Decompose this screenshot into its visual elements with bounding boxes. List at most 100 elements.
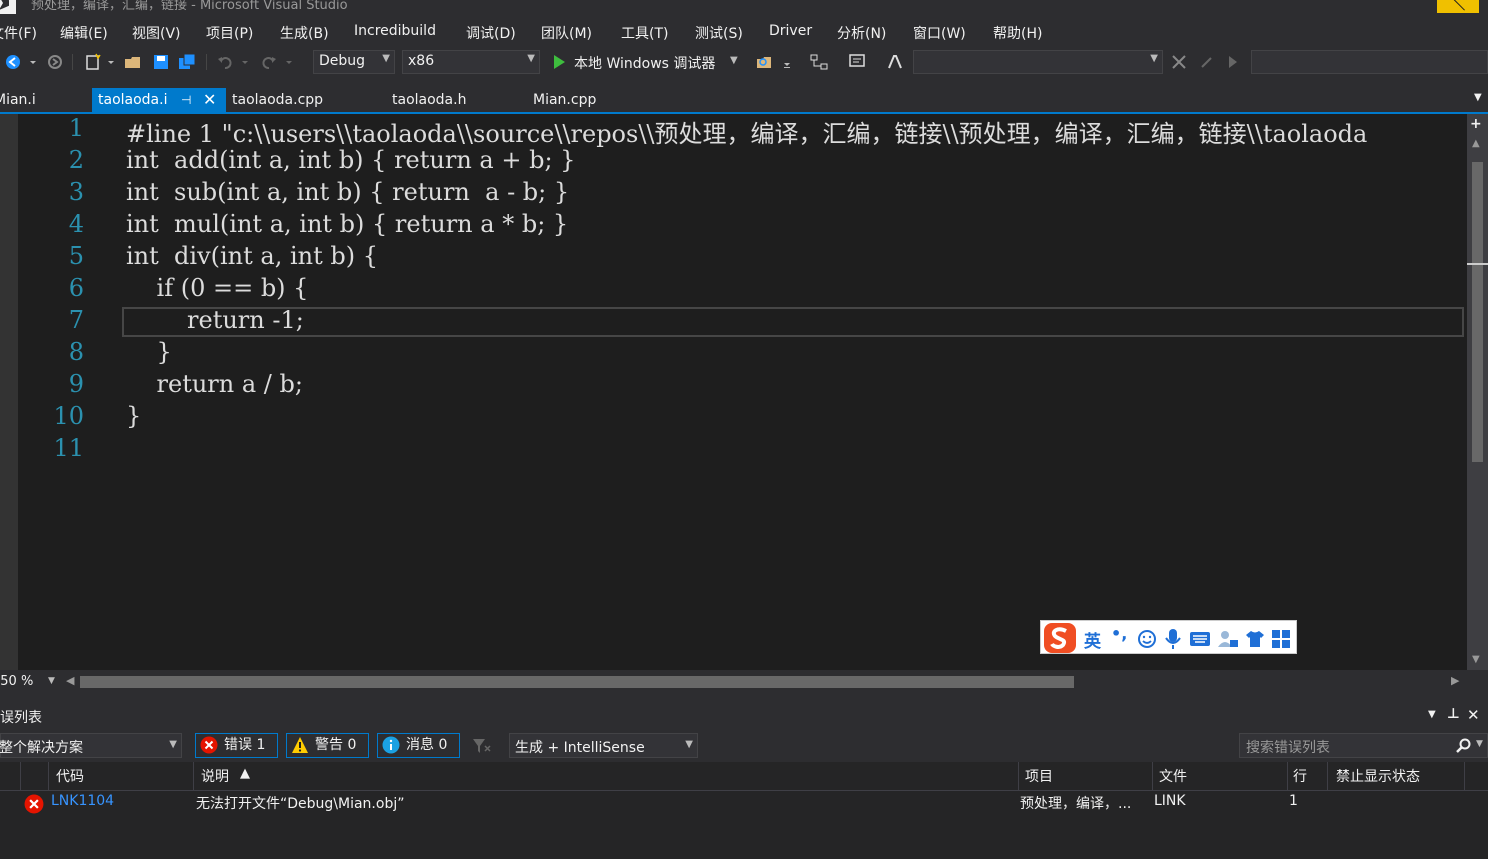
menu-project[interactable]: 项目(P): [206, 23, 253, 43]
messages-filter-button[interactable]: 消息 0: [377, 733, 460, 758]
redo-icon[interactable]: [260, 53, 278, 71]
forward-icon[interactable]: [46, 53, 64, 71]
menu-view[interactable]: 视图(V): [132, 23, 181, 43]
code-editor[interactable]: 1 2 3 4 5 6 7 8 9 10 11 #line 1 "c:\\use…: [0, 114, 1467, 670]
menu-test[interactable]: 测试(S): [695, 23, 743, 43]
skin-icon[interactable]: [1245, 629, 1265, 649]
error-list-header: 错误列表 ▼ ⊥ ✕: [0, 704, 1488, 728]
punctuation-icon[interactable]: •,: [1111, 624, 1127, 643]
filter-icon[interactable]: [472, 737, 492, 755]
close-icon[interactable]: ✕: [203, 88, 216, 112]
line-number: 6: [68, 274, 84, 302]
code-line: int mul(int a, int b) { return a * b; }: [126, 210, 569, 238]
undo-icon[interactable]: [216, 53, 234, 71]
pencil-icon[interactable]: [1198, 53, 1216, 71]
extension-icon[interactable]: [1170, 53, 1188, 71]
zoom-select[interactable]: 150 % ▼: [0, 673, 58, 691]
ime-toolbar[interactable]: 英 •,: [1040, 620, 1297, 654]
window-position-dropdown-icon[interactable]: ▼: [1428, 709, 1436, 720]
start-debugging-label: 本地 Windows 调试器: [574, 56, 716, 72]
chevron-down-icon: ▼: [527, 53, 535, 64]
new-project-icon[interactable]: [84, 53, 102, 71]
undo-dropdown-icon[interactable]: [240, 53, 250, 71]
scroll-left-icon[interactable]: ◀: [66, 674, 74, 687]
solution-configuration-select[interactable]: Debug ▼: [313, 50, 395, 74]
back-icon[interactable]: [4, 53, 22, 71]
open-icon[interactable]: [124, 53, 142, 71]
build-source-select[interactable]: 生成 + IntelliSense ▼: [509, 733, 698, 758]
scroll-up-icon[interactable]: ▲: [1472, 138, 1480, 149]
menu-analyze[interactable]: 分析(N): [837, 23, 886, 43]
auto-hide-pin-icon[interactable]: ⊥: [1447, 706, 1460, 722]
search-placeholder: 搜索错误列表: [1246, 740, 1330, 756]
line-number: 5: [68, 242, 84, 270]
save-all-icon[interactable]: [178, 53, 196, 71]
tab-list-dropdown-icon[interactable]: ▼: [1474, 92, 1482, 103]
info-icon: [382, 736, 400, 754]
menu-team[interactable]: 团队(M): [541, 23, 592, 43]
keyboard-icon[interactable]: [1189, 630, 1211, 648]
title-bar: 预处理，编译，汇编，链接 - Microsoft Visual Studio ＼: [0, 0, 1488, 14]
comment-icon[interactable]: [848, 53, 866, 71]
menu-debug[interactable]: 调试(D): [466, 23, 516, 43]
chevron-down-icon[interactable]: ▼: [1476, 739, 1483, 749]
tab-label: taolaoda.cpp: [232, 92, 324, 108]
tab-taolaoda-cpp[interactable]: taolaoda.cpp: [232, 88, 323, 112]
tab-label: Mian.cpp: [533, 92, 597, 108]
tab-taolaoda-i[interactable]: taolaoda.i ⊣ ✕: [92, 88, 226, 112]
tab-mian-cpp[interactable]: Mian.cpp: [533, 88, 596, 112]
scroll-right-icon[interactable]: ▶: [1451, 674, 1459, 687]
search-icon[interactable]: [1456, 738, 1472, 754]
user-center-icon[interactable]: [1217, 629, 1239, 649]
new-dropdown-icon[interactable]: [106, 53, 116, 71]
editor-bottom-bar: 150 % ▼ ◀ ▶: [0, 670, 1467, 694]
current-line-highlight: [122, 307, 1464, 337]
redo-dropdown-icon[interactable]: [284, 53, 294, 71]
hierarchy-icon[interactable]: [810, 53, 828, 71]
pin-icon[interactable]: ⊣: [181, 88, 191, 112]
toolbox-icon[interactable]: [1271, 629, 1291, 649]
warnings-filter-button[interactable]: 警告 0: [286, 733, 369, 758]
tab-mian-i[interactable]: Mian.i: [0, 88, 36, 112]
errors-filter-button[interactable]: 错误 1: [195, 733, 278, 758]
menu-driver[interactable]: Driver: [769, 23, 812, 39]
menu-tools[interactable]: 工具(T): [621, 23, 668, 43]
menu-build[interactable]: 生成(B): [280, 23, 329, 43]
error-icon: [24, 794, 44, 814]
error-list-panel: 错误列表 ▼ ⊥ ✕ 整个解决方案 ▼ 错误 1 警告 0 消息 0 生成 + …: [0, 704, 1488, 859]
menu-help[interactable]: 帮助(H): [993, 23, 1042, 43]
error-code-link[interactable]: LNK1104: [51, 793, 114, 809]
tab-taolaoda-h[interactable]: taolaoda.h: [392, 88, 466, 112]
find-combo-box[interactable]: ▼: [913, 50, 1163, 74]
error-scope-select[interactable]: 整个解决方案 ▼: [0, 733, 182, 758]
notification-flag-icon[interactable]: ＼: [1437, 0, 1479, 13]
back-dropdown-icon[interactable]: [28, 53, 38, 71]
table-row[interactable]: LNK1104 无法打开文件“Debug\Mian.obj” 预处理，编译，..…: [0, 762, 1488, 822]
save-icon[interactable]: [152, 53, 170, 71]
format-icon[interactable]: [886, 53, 904, 71]
line-number: 9: [68, 370, 84, 398]
menu-incredibuild[interactable]: Incredibuild: [354, 23, 436, 39]
menu-edit[interactable]: 编辑(E): [60, 23, 108, 43]
next-icon[interactable]: [1224, 53, 1242, 71]
solution-platform-select[interactable]: x86 ▼: [402, 50, 540, 74]
vertical-scroll-thumb[interactable]: [1472, 162, 1483, 462]
close-icon[interactable]: ✕: [1467, 706, 1480, 724]
find-in-files-icon[interactable]: [756, 53, 774, 71]
vertical-scrollbar[interactable]: + ▲ ▼: [1467, 114, 1488, 670]
ime-mode[interactable]: 英: [1084, 627, 1101, 652]
toolbar-search-box[interactable]: [1251, 50, 1488, 74]
split-editor-icon[interactable]: +: [1470, 116, 1482, 132]
horizontal-scroll-thumb[interactable]: [80, 676, 1074, 688]
toolbar-overflow-icon[interactable]: [782, 53, 792, 71]
emoji-icon[interactable]: [1137, 629, 1157, 649]
code-line: }: [126, 402, 142, 430]
search-error-list-input[interactable]: 搜索错误列表 ▼: [1239, 733, 1488, 758]
chevron-down-icon: ▼: [685, 739, 693, 750]
microphone-icon[interactable]: [1163, 628, 1183, 650]
scroll-down-icon[interactable]: ▼: [1472, 654, 1480, 665]
menu-file[interactable]: 文件(F): [0, 23, 37, 43]
line-number: 10: [53, 402, 84, 430]
menu-window[interactable]: 窗口(W): [913, 23, 966, 43]
menu-bar: 文件(F) 编辑(E) 视图(V) 项目(P) 生成(B) Incredibui…: [0, 20, 1488, 46]
